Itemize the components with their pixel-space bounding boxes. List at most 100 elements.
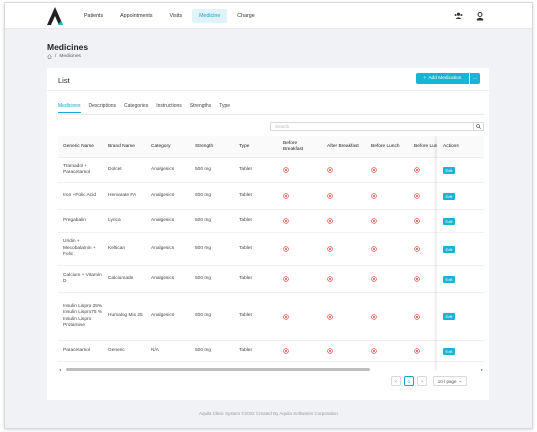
scroll-left-arrow[interactable]: ◂ xyxy=(59,367,61,372)
close-circle-icon xyxy=(414,276,420,282)
tab-categories[interactable]: Categories xyxy=(124,103,148,113)
cell-before-lunch xyxy=(371,210,377,232)
nav-item-charge[interactable]: Charge xyxy=(230,9,261,23)
edit-button[interactable]: Edit xyxy=(443,245,455,253)
table-row: Insulin Lispro 25% Insulin Lispro75 % In… xyxy=(58,293,484,341)
tab-strengths[interactable]: Strengths xyxy=(190,103,211,113)
page-size-select[interactable]: 10 / page ⌄ xyxy=(433,376,467,386)
close-circle-icon xyxy=(283,348,289,354)
cell-strength: 500 mg xyxy=(195,166,211,172)
close-circle-icon xyxy=(371,246,377,252)
close-circle-icon xyxy=(371,276,377,282)
logo[interactable] xyxy=(45,6,65,26)
column-header-after-breakfast[interactable]: After Breakfast xyxy=(327,136,359,158)
cell-before-lun xyxy=(414,183,420,209)
search-input[interactable] xyxy=(271,123,466,130)
table-row: Tramadol + Paracetamol Dolcet Analgesics 50… xyxy=(58,158,484,183)
cell-before-breakfast xyxy=(283,341,289,361)
tab-descriptions[interactable]: Descriptions xyxy=(89,103,117,113)
actions-cell: Edit xyxy=(437,266,484,293)
tab-instructions[interactable]: Instructions xyxy=(156,103,182,113)
cell-type: Tablet xyxy=(239,245,252,251)
close-circle-icon xyxy=(327,218,333,224)
top-navbar: Patients Appointments Visits Medicine Ch… xyxy=(5,3,532,29)
page-1-button[interactable]: 1 xyxy=(404,376,414,386)
cell-strength: 500 mg xyxy=(195,347,211,353)
cell-before-lunch xyxy=(371,233,377,265)
close-circle-icon xyxy=(283,167,289,173)
close-circle-icon xyxy=(414,193,420,199)
cell-category: Analgesics xyxy=(151,245,175,251)
actions-column: Actions Edit Edit Edit Edit Edit Edit Edit xyxy=(437,136,484,371)
user-icon[interactable] xyxy=(474,10,486,22)
cell-category: Analgesics xyxy=(151,217,175,223)
cell-brand: Hemarate FA xyxy=(108,192,137,198)
card-title: List xyxy=(58,76,70,85)
next-page-button[interactable]: > xyxy=(417,376,427,386)
nav-item-medicine[interactable]: Medicine xyxy=(192,9,228,23)
breadcrumb: / Medicines xyxy=(47,54,81,59)
cell-type: Tablet xyxy=(239,275,252,281)
close-circle-icon xyxy=(327,276,333,282)
cell-before-breakfast xyxy=(283,158,289,182)
table-row: Iron +Folic Acid Hemarate FA Analgesics 500… xyxy=(58,183,484,210)
home-icon[interactable] xyxy=(47,54,52,59)
horizontal-scrollbar[interactable]: ◂ ▸ xyxy=(58,367,484,372)
edit-button[interactable]: Edit xyxy=(443,275,455,283)
close-circle-icon xyxy=(414,167,420,173)
cell-before-breakfast xyxy=(283,183,289,209)
column-header-strength[interactable]: Strength xyxy=(195,136,235,158)
prev-page-button[interactable]: < xyxy=(391,376,401,386)
medicine-tabs: Medicines Descriptions Categories Instru… xyxy=(58,103,238,113)
cell-after-breakfast xyxy=(327,158,333,182)
tab-medicines[interactable]: Medicines xyxy=(58,103,81,113)
medicines-table: Generic Name Brand Name Category Strengt… xyxy=(58,136,484,371)
nav-item-visits[interactable]: Visits xyxy=(163,9,190,23)
cell-before-lun xyxy=(414,293,420,340)
close-circle-icon xyxy=(283,246,289,252)
cell-category: Analgesics xyxy=(151,192,175,198)
close-circle-icon xyxy=(414,348,420,354)
nav-item-appointments[interactable]: Appointments xyxy=(113,9,159,23)
cell-before-breakfast xyxy=(283,266,289,292)
cell-type: Tablet xyxy=(239,166,252,172)
nav-item-patients[interactable]: Patients xyxy=(77,9,110,23)
cell-generic: Pregabalin xyxy=(63,217,86,223)
cell-before-lun xyxy=(414,266,420,292)
edit-button[interactable]: Edit xyxy=(443,347,455,355)
column-header-type[interactable]: Type xyxy=(239,136,279,158)
close-circle-icon xyxy=(283,313,289,320)
actions-cell: Edit xyxy=(437,183,484,210)
search-icon xyxy=(476,124,481,129)
column-header-brand-name[interactable]: Brand Name xyxy=(108,136,148,158)
cell-generic: Tramadol + Paracetamol xyxy=(63,163,90,175)
edit-button[interactable]: Edit xyxy=(443,166,455,174)
close-circle-icon xyxy=(327,246,333,252)
add-medication-button[interactable]: + Add Medication xyxy=(416,73,469,84)
app-window: Patients Appointments Visits Medicine Ch… xyxy=(4,2,533,429)
cell-category: Analgesics xyxy=(151,166,175,172)
column-header-before-breakfast[interactable]: Before Breakfast xyxy=(283,136,315,158)
search-button[interactable] xyxy=(473,123,483,130)
tab-type[interactable]: Type xyxy=(219,103,230,113)
cell-after-breakfast xyxy=(327,341,333,361)
scroll-thumb[interactable] xyxy=(66,368,370,371)
column-header-category[interactable]: Category xyxy=(151,136,191,158)
cell-generic: Calcium + Vitamin D xyxy=(63,272,102,284)
edit-button[interactable]: Edit xyxy=(443,313,455,320)
column-header-generic-name[interactable]: Generic Name xyxy=(63,136,103,158)
column-header-before-lunch[interactable]: Before Lunch xyxy=(371,136,403,158)
actions-cell: Edit xyxy=(437,233,484,266)
edit-button[interactable]: Edit xyxy=(443,217,455,225)
main-nav: Patients Appointments Visits Medicine Ch… xyxy=(77,9,265,23)
users-group-icon[interactable] xyxy=(452,10,464,22)
search-box xyxy=(270,122,484,131)
cell-before-lunch xyxy=(371,158,377,182)
more-options-button[interactable]: ··· xyxy=(470,73,480,84)
scroll-right-arrow[interactable]: ▸ xyxy=(481,367,483,372)
edit-button[interactable]: Edit xyxy=(443,192,455,200)
cell-generic: Insulin Lispro 25% Insulin Lispro75 % In… xyxy=(63,303,103,328)
cell-brand: Keltican xyxy=(108,245,126,251)
table-header: Generic Name Brand Name Category Strengt… xyxy=(58,136,484,158)
close-circle-icon xyxy=(414,218,420,224)
